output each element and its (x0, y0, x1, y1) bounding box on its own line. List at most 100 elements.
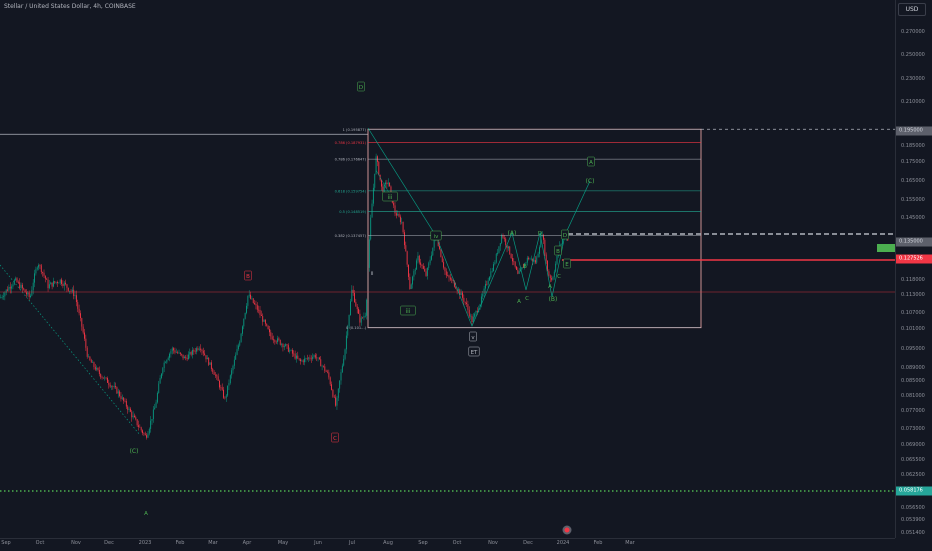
candle-body (97, 367, 99, 371)
time-tick: Dec (104, 540, 114, 546)
candle-body (501, 235, 503, 244)
candle-body (489, 277, 490, 281)
candle-body (405, 245, 407, 252)
candle-body (324, 366, 326, 371)
chart-app: 1 (0.195877) 0.786 (0.187931) 0.786 (0.176… (0, 0, 932, 551)
candle-body (62, 284, 64, 287)
candle-body (289, 350, 291, 352)
candle-body (509, 246, 511, 255)
candle-body (308, 357, 310, 359)
candle-body (447, 275, 449, 276)
candle-body (518, 271, 520, 274)
candle-body (371, 203, 373, 218)
candle-body (55, 281, 57, 283)
price-label: 0.058176 (896, 486, 932, 496)
candle-body (491, 271, 493, 272)
candle-body (277, 338, 278, 343)
candle-body (549, 275, 551, 279)
price-tick: 0.081000 (901, 393, 925, 399)
candle-body (101, 377, 103, 378)
candle-body (545, 254, 547, 261)
candle-body (503, 237, 505, 239)
candle-body (119, 391, 121, 397)
price-axis[interactable]: 0.270000 0.250000 0.230000 0.210000 0.185000… (895, 0, 932, 538)
candle-body (294, 353, 296, 359)
candle-body (410, 284, 412, 290)
price-tick: 0.230000 (901, 76, 925, 82)
candle-body (244, 312, 246, 319)
wave-label: A (589, 160, 593, 166)
candle-body (177, 352, 179, 354)
candle-body (444, 267, 446, 272)
candle-body (179, 352, 181, 354)
candle-body (313, 355, 315, 357)
candle-body (67, 287, 69, 291)
chart-drawings[interactable] (0, 127, 895, 492)
candle-body (32, 282, 34, 290)
candle-body (44, 275, 46, 279)
candle-body (43, 272, 45, 276)
target-zone-box (877, 244, 895, 252)
candle-body (331, 384, 332, 390)
candle-body (163, 362, 165, 369)
candle-body (490, 271, 492, 278)
candle-body (129, 408, 131, 412)
candle-body (486, 284, 488, 285)
time-axis[interactable]: Sep Oct Nov Dec 2023 Feb Mar Apr May Jun Jul Aug Sep… (0, 538, 895, 551)
candle-body (78, 308, 80, 314)
candle-body (4, 292, 6, 297)
candle-body (134, 415, 135, 418)
candle-body (258, 309, 260, 311)
candle-body (162, 368, 164, 374)
candle-body (228, 383, 230, 386)
time-tick: Oct (452, 540, 462, 546)
candle-body (54, 281, 56, 283)
candle-body (560, 243, 562, 246)
candle-body (309, 357, 311, 359)
candle-body (325, 370, 327, 372)
candle-body (58, 282, 60, 284)
candle-body (471, 315, 473, 323)
candle-body (224, 397, 226, 399)
candle-body (237, 345, 239, 350)
candle-body (221, 387, 223, 390)
price-tick: 0.250000 (901, 52, 925, 58)
candle-body (327, 371, 328, 373)
candle-body (344, 349, 346, 359)
candle-body (115, 386, 116, 388)
candle-body (26, 292, 27, 295)
candle-body (213, 372, 215, 375)
candle-body (356, 306, 358, 310)
candle-body (364, 315, 366, 317)
candle-body (266, 323, 268, 326)
candle-body (243, 318, 245, 327)
currency-button[interactable]: USD (898, 3, 926, 16)
candle-body (35, 269, 37, 274)
time-tick: Nov (71, 540, 81, 546)
wave-label: E (565, 262, 569, 268)
price-chart[interactable]: 1 (0.195877) 0.786 (0.187931) 0.786 (0.176… (0, 0, 895, 538)
candle-body (312, 356, 314, 360)
candle-body (302, 360, 304, 363)
candle-body (12, 284, 14, 287)
candle-body (185, 356, 187, 358)
candle-body (449, 277, 451, 280)
candle-body (278, 338, 280, 341)
candle-body (360, 317, 362, 323)
candle-body (401, 221, 403, 223)
candle-body (474, 313, 476, 317)
candle-body (98, 370, 100, 375)
candle-body (497, 252, 499, 254)
candle-body (140, 427, 142, 431)
time-tick: 2024 (556, 540, 570, 546)
candle-body (514, 261, 516, 267)
candle-body (385, 182, 386, 185)
candle-body (123, 397, 125, 401)
time-tick: Feb (175, 540, 185, 546)
candle-body (104, 377, 106, 379)
candle-body (86, 347, 88, 357)
candle-body (389, 182, 391, 187)
candle-body (182, 354, 184, 359)
candle-body (220, 387, 222, 389)
candlestick-series (0, 153, 569, 440)
